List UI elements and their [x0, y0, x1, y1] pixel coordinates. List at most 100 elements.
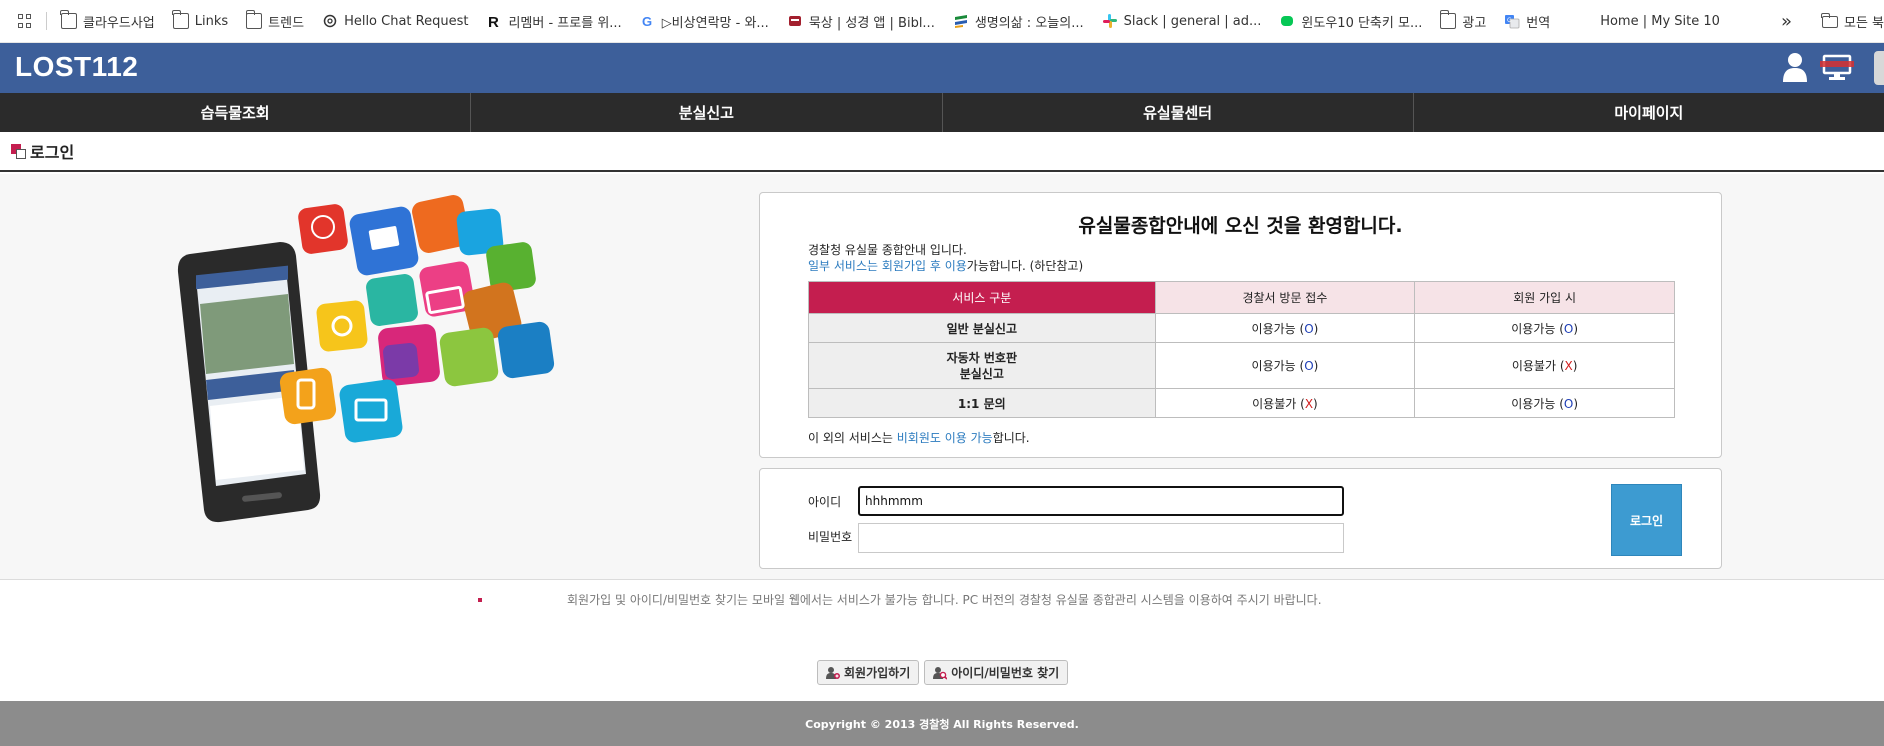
title-bullet-icon: [11, 143, 26, 159]
duranno-icon: [954, 15, 967, 28]
bookmark-folder-trend[interactable]: 트렌드: [245, 10, 305, 31]
bookmarks-overflow-button[interactable]: »: [1781, 11, 1792, 32]
svg-text:G: G: [642, 14, 652, 29]
line-icon: [1281, 16, 1294, 26]
notice-text: 회원가입 및 아이디/비밀번호 찾기는 모바일 웹에서는 서비스가 불가능 합니…: [567, 593, 1322, 607]
password-input[interactable]: [858, 523, 1344, 553]
welcome-title: 유실물종합안내에 오신 것을 환영합니다.: [1078, 215, 1403, 237]
login-form: 아이디 비밀번호 로그인: [759, 468, 1722, 569]
mobile-app-illustration: [177, 195, 555, 523]
bookmark-folder-links[interactable]: Links: [172, 10, 229, 29]
welcome-info-box: 유실물종합안내에 오신 것을 환영합니다. 경찰청 유실물 종합안내 입니다. …: [759, 192, 1722, 458]
service-name-cell: 1:1 문의: [808, 388, 1156, 418]
find-account-button-label: 아이디/비밀번호 찾기: [951, 666, 1060, 680]
folder-icon: [172, 10, 189, 29]
table-row: 자동차 번호판 분실신고 이용가능 (O) 이용불가 (X): [808, 342, 1675, 389]
intro-text: 경찰청 유실물 종합안내 입니다.: [808, 243, 967, 257]
bookmark-label: 광고: [1462, 15, 1487, 31]
bookmark-label: Links: [194, 13, 229, 29]
id-label: 아이디: [808, 495, 842, 509]
nav-mypage[interactable]: 마이페이지: [1414, 93, 1884, 132]
table-header: 서비스 구분: [808, 281, 1156, 314]
translate-icon: G: [1505, 15, 1520, 29]
bookmark-label: 묵상 | 성경 앱 | Bibl...: [808, 15, 935, 31]
bookmark-translate[interactable]: G 번역: [1504, 12, 1550, 31]
site-footer: Copyright © 2013 경찰청 All Rights Reserved…: [0, 701, 1884, 746]
add-user-icon: [826, 666, 840, 679]
bookmarks-right: » 모든 북: [1781, 0, 1884, 42]
site-header: LOST112: [0, 43, 1884, 93]
all-bookmarks-button[interactable]: 모든 북: [1844, 12, 1884, 31]
service-table: 서비스 구분 경찰서 방문 접수 회원 가입 시 일반 분실신고 이용가능 (O…: [808, 281, 1675, 418]
folder-icon: [245, 10, 263, 29]
bullet-dot: [478, 598, 482, 602]
svg-text:R: R: [488, 14, 499, 29]
visit-cell: 이용가능 (O): [1154, 342, 1416, 389]
apps-grid-icon[interactable]: [18, 14, 32, 28]
pc-version-icon[interactable]: [1820, 53, 1854, 83]
bookmark-hello-chat[interactable]: Hello Chat Request: [322, 13, 468, 29]
bookmark-emergency[interactable]: G ▷비상연락망 - 와...: [640, 12, 769, 31]
app-icons-cluster: [279, 195, 555, 443]
nav-lost-center[interactable]: 유실물센터: [943, 93, 1414, 132]
table-row: 1:1 문의 이용불가 (X) 이용가능 (O): [808, 388, 1675, 418]
password-label: 비밀번호: [808, 530, 853, 544]
login-button[interactable]: 로그인: [1611, 484, 1682, 556]
page-title-bar: 로그인: [0, 132, 1884, 172]
svg-text:G: G: [1507, 17, 1512, 24]
search-user-icon: [933, 666, 948, 680]
page-title: 로그인: [30, 143, 75, 162]
bookmark-remember[interactable]: R 리멤버 - 프로를 위...: [486, 12, 621, 31]
table-header: 경찰서 방문 접수: [1154, 281, 1416, 314]
bookmark-bible[interactable]: 묵상 | 성경 앱 | Bibl...: [787, 12, 935, 31]
chatgpt-icon: [323, 14, 337, 28]
bookmark-mysite[interactable]: Home | My Site 10: [1600, 14, 1720, 29]
member-cell: 이용가능 (O): [1414, 313, 1675, 343]
intro-text-2: 일부 서비스는 회원가입 후 이용가능합니다. (하단참고): [808, 257, 1083, 274]
id-input[interactable]: [858, 486, 1344, 516]
google-icon: G: [642, 14, 652, 29]
user-icon[interactable]: [1780, 51, 1810, 83]
bookmark-label: Slack | general | ad...: [1123, 13, 1262, 29]
visit-cell: 이용불가 (X): [1154, 388, 1416, 418]
bookmark-label: 클라우드사업: [83, 15, 155, 31]
bookmark-label: 리멤버 - 프로를 위...: [508, 15, 622, 31]
header-edge-tab: [1874, 51, 1884, 85]
bookmark-label: 윈도우10 단축키 모...: [1301, 15, 1423, 31]
nav-report-lost[interactable]: 분실신고: [471, 93, 943, 132]
notice-section: 회원가입 및 아이디/비밀번호 찾기는 모바일 웹에서는 서비스가 불가능 합니…: [0, 581, 1884, 701]
intro-highlight: 일부 서비스는 회원가입 후 이용: [808, 259, 967, 273]
bookmarks-bar: 클라우드사업 Links 트렌드 Hello Chat Request R 리멤…: [0, 0, 1884, 43]
nav-found-items[interactable]: 습득물조회: [0, 93, 472, 132]
bookmark-win10[interactable]: 윈도우10 단축키 모...: [1279, 12, 1422, 31]
service-note: 이 외의 서비스는 비회원도 이용 가능합니다.: [808, 431, 1030, 445]
bookmark-folder-cloud[interactable]: 클라우드사업: [60, 10, 155, 31]
bookmark-label: 번역: [1526, 15, 1551, 31]
bible-icon: [788, 16, 801, 26]
folder-icon: [60, 10, 77, 29]
bookmark-label: Home | My Site 10: [1600, 13, 1720, 29]
folder-icon: [1439, 10, 1457, 29]
member-cell: 이용가능 (O): [1414, 388, 1675, 418]
join-button-label: 회원가입하기: [844, 666, 911, 680]
folder-icon: [1821, 12, 1838, 28]
account-buttons: 회원가입하기 아이디/비밀번호 찾기: [817, 660, 1069, 685]
site-logo[interactable]: LOST112: [15, 51, 138, 83]
bookmark-duranno[interactable]: 생명의삶 : 오늘의...: [953, 12, 1084, 31]
table-header: 회원 가입 시: [1414, 281, 1675, 314]
remember-icon: R: [488, 14, 499, 29]
bookmark-slack[interactable]: Slack | general | ad...: [1102, 13, 1262, 29]
intro-text-rest: 가능합니다. (하단참고): [966, 259, 1084, 273]
bookmark-label: Hello Chat Request: [344, 13, 469, 29]
member-cell: 이용불가 (X): [1414, 342, 1675, 389]
join-button[interactable]: 회원가입하기: [817, 660, 920, 685]
service-name-cell: 일반 분실신고: [808, 313, 1156, 343]
bookmark-folder-ads[interactable]: 광고: [1439, 10, 1487, 31]
table-header-row: 서비스 구분 경찰서 방문 접수 회원 가입 시: [808, 281, 1675, 314]
find-account-button[interactable]: 아이디/비밀번호 찾기: [924, 660, 1069, 685]
bookmark-label: 트렌드: [268, 15, 305, 31]
bookmarks-divider: [46, 12, 47, 30]
bookmark-label: ▷비상연락망 - 와...: [661, 15, 769, 31]
table-row: 일반 분실신고 이용가능 (O) 이용가능 (O): [808, 313, 1675, 343]
copyright-text: Copyright © 2013 경찰청 All Rights Reserved…: [805, 717, 1079, 731]
